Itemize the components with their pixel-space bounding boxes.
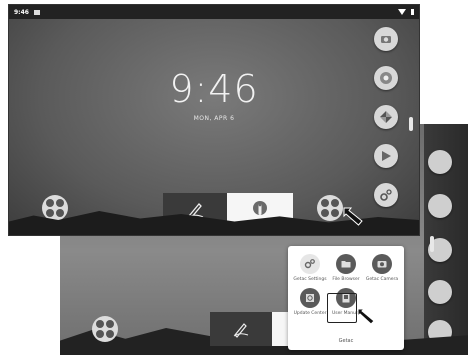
popup-folder-title: Getac xyxy=(338,338,354,344)
play-store-icon xyxy=(382,151,391,161)
settings-gears-icon xyxy=(300,254,320,274)
back-folder-shortcut[interactable] xyxy=(92,316,118,342)
image-notification-icon xyxy=(33,9,40,15)
dock-camera-app[interactable] xyxy=(374,27,398,51)
status-icons xyxy=(398,9,414,15)
dock-play-store-app[interactable] xyxy=(374,144,398,168)
pointer-arrow-icon xyxy=(343,207,363,226)
folder-dot xyxy=(55,199,64,207)
settings-icon xyxy=(380,189,392,201)
status-time: 9:46 xyxy=(14,8,29,16)
drawer-handle[interactable] xyxy=(409,117,413,131)
popup-app-label: Getac Settings xyxy=(293,277,327,282)
folder-dot xyxy=(321,199,329,207)
back-drawer-handle[interactable] xyxy=(430,236,434,252)
front-screen: 9:46 9:46 MON, APR 6 xyxy=(8,4,420,236)
popup-app-label: Update Center xyxy=(293,311,327,316)
folder-dot xyxy=(96,329,104,338)
popup-app-getac-settings[interactable]: Getac Settings xyxy=(292,254,328,282)
status-bar: 9:46 xyxy=(9,5,419,19)
back-input-mode-bar xyxy=(210,312,290,346)
chrome-icon xyxy=(380,72,392,84)
home-folder-shortcut-left[interactable] xyxy=(42,195,68,221)
back-pen-mode-button[interactable] xyxy=(210,312,272,346)
pointer-arrow-icon xyxy=(357,308,375,325)
battery-icon xyxy=(411,9,414,15)
lock-clock: 9:46 xyxy=(169,67,259,111)
back-dock-app-2[interactable] xyxy=(428,194,452,218)
popup-app-label: File Browser xyxy=(332,277,360,282)
back-dock-app-1[interactable] xyxy=(428,150,452,174)
update-icon xyxy=(300,288,320,308)
getac-folder-shortcut[interactable] xyxy=(317,195,343,221)
camera-icon xyxy=(381,36,391,43)
pen-icon xyxy=(233,323,249,338)
app-dock xyxy=(373,27,399,207)
tutorial-figure: Getac Settings File Browser Getac Camera… xyxy=(0,0,468,355)
folder-dot xyxy=(96,320,104,328)
folder-dot xyxy=(55,208,64,217)
folder-dot xyxy=(46,199,54,207)
touch-hand-icon xyxy=(253,201,267,215)
folder-dot xyxy=(330,199,339,207)
back-dock-app-4[interactable] xyxy=(428,280,452,304)
pinwheel-icon xyxy=(380,111,392,123)
popup-app-label: Getac Camera xyxy=(365,277,399,282)
popup-app-getac-camera[interactable]: Getac Camera xyxy=(364,254,400,282)
dock-chrome-app[interactable] xyxy=(374,66,398,90)
popup-app-update-center[interactable]: Update Center xyxy=(292,288,328,316)
folder-dot xyxy=(46,208,54,217)
folder-dot xyxy=(321,208,329,217)
user-manual-highlight xyxy=(327,293,357,323)
popup-app-file-browser[interactable]: File Browser xyxy=(328,254,364,282)
folder-dot xyxy=(105,329,114,338)
folder-dot xyxy=(330,208,339,217)
camera-icon xyxy=(372,254,392,274)
folder-icon xyxy=(336,254,356,274)
dock-pinwheel-app[interactable] xyxy=(374,105,398,129)
wifi-icon xyxy=(398,9,406,15)
lock-date: MON, APR 6 xyxy=(193,115,235,122)
dock-settings-app[interactable] xyxy=(374,183,398,207)
folder-dot xyxy=(105,320,114,328)
